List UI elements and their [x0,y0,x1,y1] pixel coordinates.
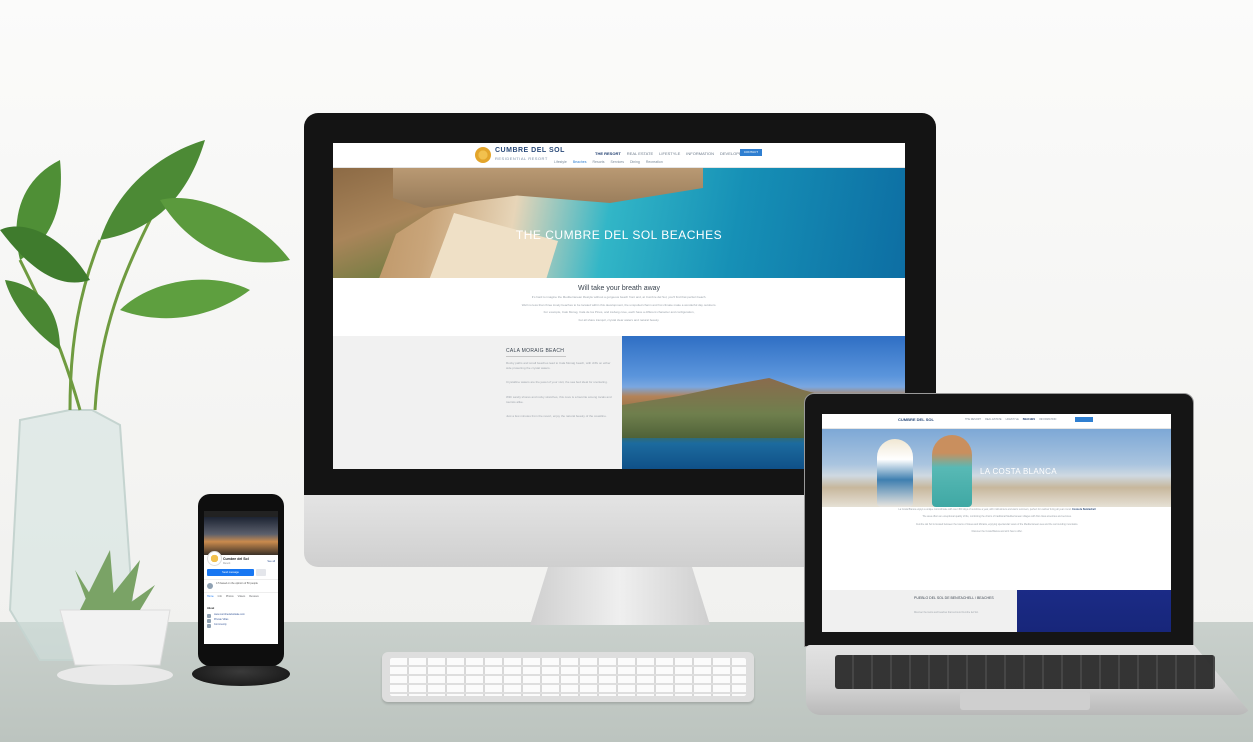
sub-nav: Lifestyle Beaches Resorts Services Dinin… [554,160,663,164]
laptop-hero-title: LA COSTA BLANCA [980,467,1057,476]
beach-title: CALA MORAIG BEACH [506,348,565,354]
page-tabs: Home Info Photos Videos Reviews [204,592,278,605]
intro-line: For example, Calo Morag, Cala de los Pin… [543,310,695,314]
page-avatar[interactable] [207,551,222,566]
laptop-trackpad [960,692,1090,710]
subnav-dining[interactable]: Dining [630,160,640,164]
see-all-link[interactable]: See all [267,560,275,563]
subnav-resorts[interactable]: Resorts [592,160,604,164]
sun-logo-icon[interactable] [475,147,491,163]
laptop-section-title: PUEBLO DEL SOL DE BENITACHELL / BEACHES [914,596,994,600]
hero-person-image [877,439,913,507]
laptop-website: CUMBRE DEL SOL THE RESORT REAL ESTATE LI… [822,414,1171,632]
community-link[interactable]: Community [204,622,278,628]
rating-icon [207,583,213,589]
laptop-intro-paragraph-text: La Costa Blanca enjoys a unique microcli… [898,508,1072,511]
laptop-site-header: CUMBRE DEL SOL THE RESORT REAL ESTATE LI… [822,414,1171,429]
laptop-site-logo[interactable]: CUMBRE DEL SOL [898,417,934,422]
more-button[interactable] [256,569,266,576]
laptop-main-nav: THE RESORT REAL ESTATE LIFESTYLE BEACHES… [965,418,1056,421]
beach-text-panel: CALA MORAIG BEACH Rocky paths and small … [333,336,622,469]
title-divider [506,356,566,357]
page-name: Cumbre del Sol [223,557,249,561]
intro-section: Will take your breath away It's hard to … [333,278,905,336]
intro-line: but all share tranquil, crystal clear wa… [578,317,660,322]
nav-real-estate[interactable]: REAL ESTATE [985,418,1002,421]
nav-information[interactable]: INFORMATION [686,151,714,156]
laptop-intro-paragraph: La Costa Blanca enjoys a unique microcli… [892,508,1102,511]
laptop-section-paragraph: Discover the towns and beaches that surr… [914,612,979,614]
laptop-intro-paragraph: Discover the Costa Blanca and all it has… [971,530,1023,534]
laptop-keyboard [835,655,1215,689]
hero-person-image [932,435,972,507]
subnav-services[interactable]: Services [611,160,624,164]
intro-heading: Will take your breath away [577,285,661,292]
tab-reviews[interactable]: Reviews [249,595,258,603]
contact-button[interactable]: CONTACT [740,149,762,156]
subnav-beaches[interactable]: Beaches [573,160,587,164]
beach-paragraph: Just a few minutes from the resort, enjo… [506,414,607,418]
tab-info[interactable]: Info [218,595,222,603]
laptop-intro-paragraph: The area offers an exceptional quality o… [922,515,1072,519]
subnav-recreation[interactable]: Recreation [646,160,663,164]
beach-paragraph: Rocky paths and small beaches lead to Ca… [506,361,611,370]
laptop-section: PUEBLO DEL SOL DE BENITACHELL / BEACHES … [822,590,1171,632]
hero-banner: THE CUMBRE DEL SOL BEACHES [333,168,905,278]
tab-home[interactable]: Home [207,595,214,603]
nav-the-resort[interactable]: THE RESORT [595,151,621,156]
intro-line: Well no less than three lovely beaches t… [521,302,717,307]
main-nav: THE RESORT REAL ESTATE LIFESTYLE INFORMA… [595,151,744,156]
tab-videos[interactable]: Videos [238,595,246,603]
rating-text: 4.5 based on the opinion of 50 people [216,582,258,585]
site-logo-subtitle: RESIDENTIAL RESORT [495,156,548,161]
site-logo-text[interactable]: CUMBRE DEL SOL [495,147,565,154]
subnav-lifestyle[interactable]: Lifestyle [554,160,567,164]
nav-real-estate[interactable]: REAL ESTATE [627,151,653,156]
nav-lifestyle[interactable]: LIFESTYLE [1006,418,1019,421]
nav-beaches[interactable]: BEACHES [1023,418,1035,421]
intro-line: It's hard to imagine the Mediterranean l… [531,295,707,299]
laptop-section-text: PUEBLO DEL SOL DE BENITACHELL / BEACHES … [822,590,1017,632]
tab-photos[interactable]: Photos [226,595,234,603]
hero-rock-image [393,168,703,208]
page-profile: Cumbre del Sol Resort Send message [204,551,278,579]
nav-lifestyle[interactable]: LIFESTYLE [659,151,680,156]
nav-the-resort[interactable]: THE RESORT [965,418,981,421]
site-header: CUMBRE DEL SOL RESIDENTIAL RESORT THE RE… [333,143,905,168]
cover-photo [204,517,278,555]
nav-information[interactable]: INFORMATION [1039,418,1056,421]
page-category: Resort [223,562,231,565]
send-message-button[interactable]: Send message [207,569,254,576]
laptop-intro: La Costa Blanca enjoys a unique microcli… [892,508,1102,538]
laptop-intro-highlight: Costa de Benitachell [1072,508,1096,511]
phone-facebook-page: Cumbre del Sol Resort Send message 4.5 b… [204,511,278,644]
laptop-section-image [1017,590,1171,632]
send-message-label: Send message [222,570,239,574]
beach-paragraph: With sandy shores and rocky stretches, t… [506,395,612,404]
about-heading: About [207,607,215,610]
rating-row[interactable]: 4.5 based on the opinion of 50 people [204,579,278,592]
laptop-hero-banner: LA COSTA BLANCA [822,429,1171,507]
laptop-contact-button[interactable] [1075,417,1093,422]
laptop-intro-paragraph: Cumbre del Sol is located between the to… [915,522,1079,526]
beach-paragraph: Crystalline waters are the jewel of your… [506,380,608,384]
imac-stand [530,567,710,625]
hero-title: THE CUMBRE DEL SOL BEACHES [515,228,723,242]
keyboard [382,652,754,702]
hero-beach-image [428,213,558,278]
